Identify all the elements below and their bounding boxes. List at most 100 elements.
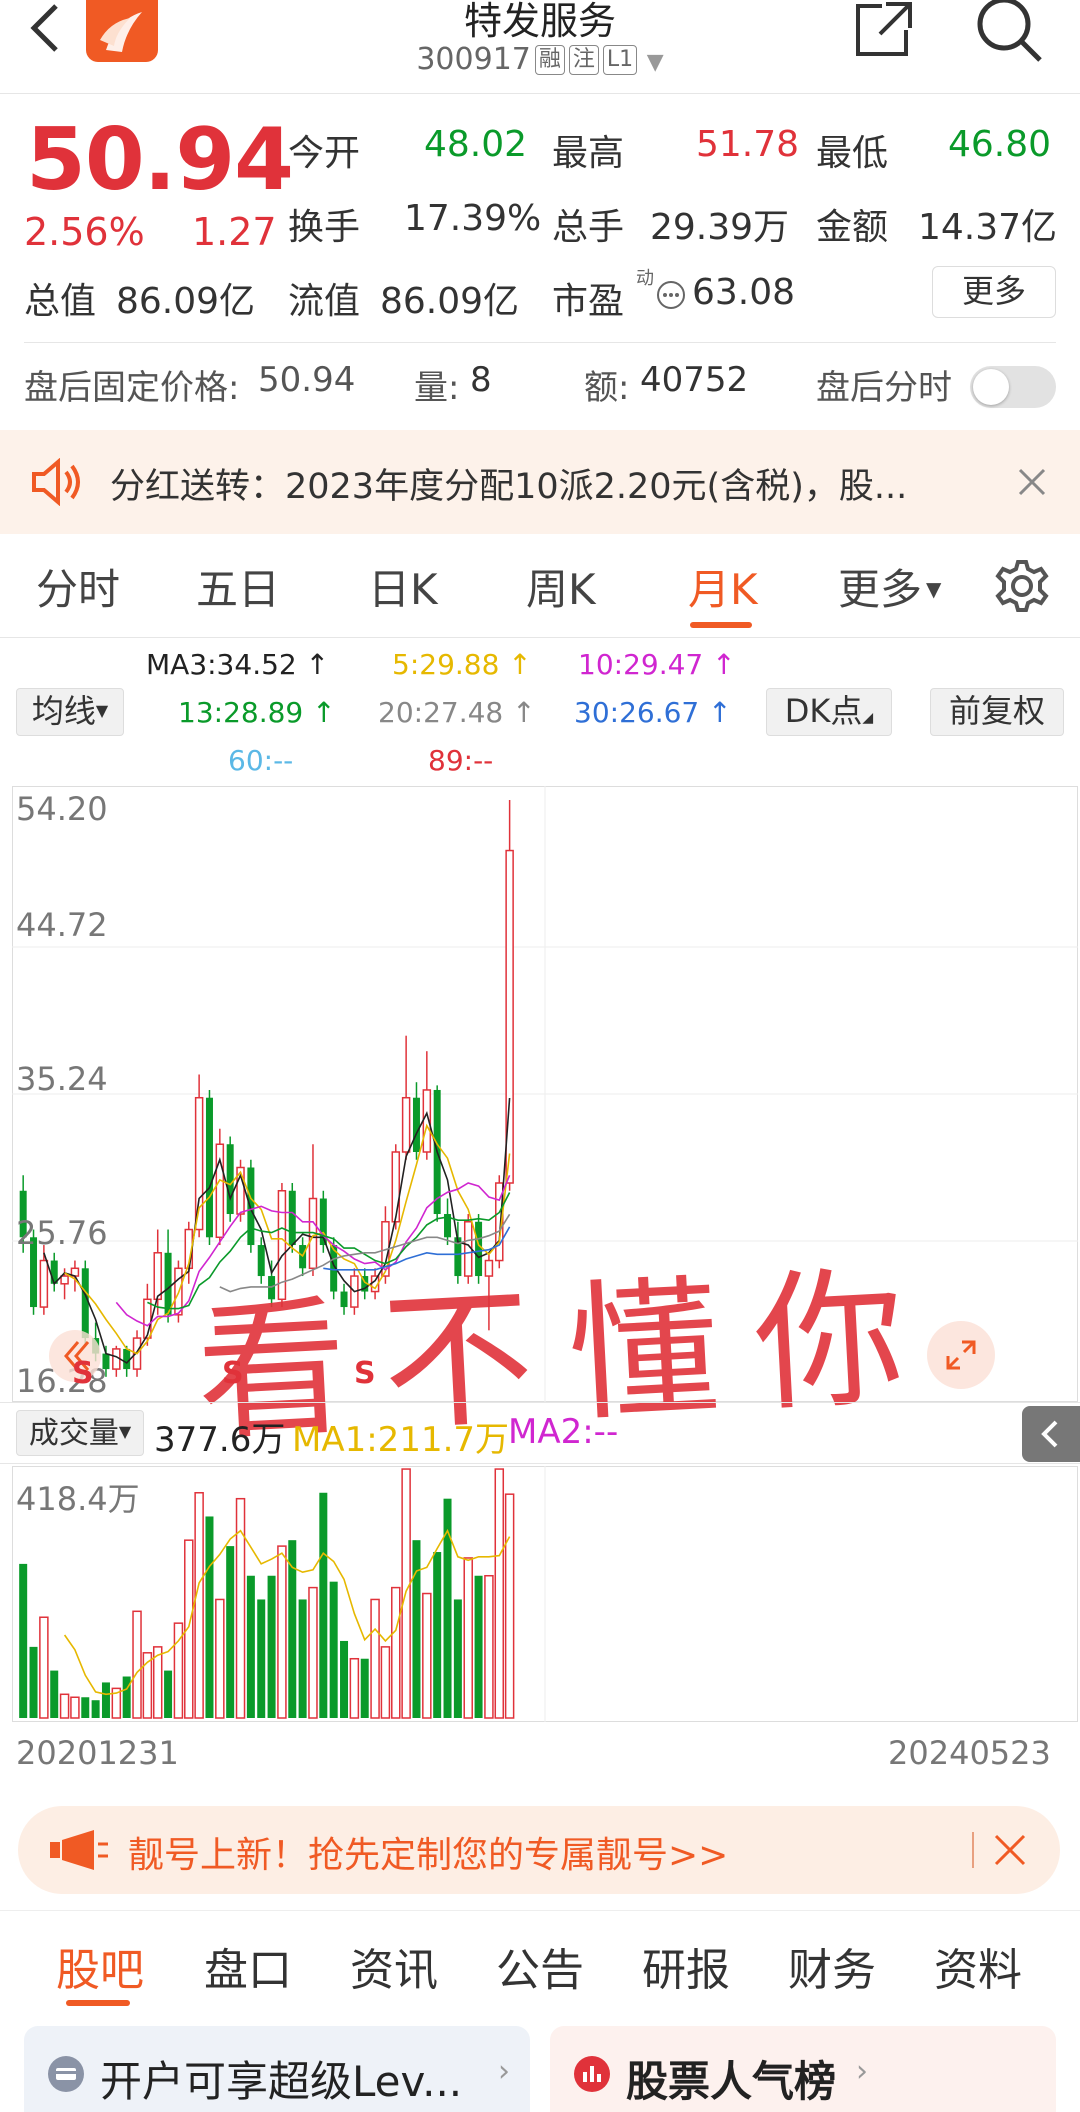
candle-body-down: [412, 1097, 420, 1152]
candle-body-up: [153, 1252, 162, 1301]
tab-daily-k[interactable]: 日K: [368, 556, 438, 617]
megaphone-icon: [50, 1830, 108, 1870]
corner-triangle-icon: ◢: [862, 710, 874, 726]
dk-point-button[interactable]: DK点◢: [766, 688, 892, 736]
after-hours-vol-label: 量:: [414, 368, 460, 408]
ma5-value: 5:29.88: [392, 648, 500, 681]
margin-tag: 融: [534, 45, 565, 75]
candle-body-up: [401, 1096, 411, 1153]
volume-bar-up: [308, 1586, 318, 1719]
after-hours-toggle[interactable]: [970, 366, 1056, 408]
tab-financials[interactable]: 财务: [788, 1934, 876, 1998]
more-dots-icon[interactable]: [656, 280, 686, 310]
pe-value: 63.08: [692, 272, 796, 313]
volume-bar-down: [101, 1682, 110, 1718]
tab-timeshare[interactable]: 分时: [36, 556, 120, 617]
pe-dynamic-mark: 动: [636, 268, 654, 289]
volume-ma1: MA1:211.7万: [292, 1420, 510, 1460]
tab-announcements[interactable]: 公告: [496, 1934, 584, 1998]
adjust-button[interactable]: 前复权: [930, 688, 1064, 736]
after-hours-amt: 40752: [640, 360, 749, 400]
banner-divider: [972, 1832, 974, 1868]
chevron-right-icon: ›: [856, 2054, 868, 2089]
mktcap-value: 86.09亿: [116, 281, 256, 322]
date-end: 20240523: [888, 1734, 1051, 1772]
volume-bar-up: [380, 1646, 391, 1719]
volume-bar-down: [29, 1646, 38, 1718]
period-tabs: 分时 五日 日K 周K 月K 更多 ▼: [0, 534, 1080, 638]
volume-bar-up: [132, 1610, 142, 1719]
after-hours-timeshare-label: 盘后分时: [816, 368, 952, 408]
candle-body-down: [247, 1167, 255, 1246]
after-hours-vol: 8: [470, 360, 492, 400]
search-icon[interactable]: [972, 0, 1052, 64]
share-icon[interactable]: [852, 0, 916, 60]
tab-guba[interactable]: 股吧: [56, 1934, 144, 1998]
dropdown-triangle-icon: ▼: [95, 701, 109, 720]
banner-text: 靓号上新！抢先定制您的专属靓号>>: [128, 1835, 729, 1876]
open-account-card[interactable]: 开户可享超级Lev... ›: [24, 2026, 530, 2112]
volume-selector-label: 成交量: [28, 1416, 119, 1451]
volume-bar-down: [340, 1640, 349, 1718]
account-icon: [48, 2056, 84, 2092]
chevron-right-icon: ›: [498, 2054, 510, 2089]
high-label: 最高: [552, 133, 625, 174]
ma3-legend: MA3:34.52 ↑: [146, 648, 330, 681]
top-bar: 特发服务 300917 融注 L1 ▼: [0, 0, 1080, 94]
popularity-rank-card[interactable]: 股票人气榜 ›: [550, 2026, 1056, 2112]
amount-value: 14.37亿: [918, 207, 1058, 248]
volume-bar-down: [360, 1658, 369, 1718]
dropdown-triangle-icon[interactable]: ▼: [647, 50, 664, 75]
low-label: 最低: [816, 133, 889, 174]
volume-selector[interactable]: 成交量▼: [16, 1410, 144, 1456]
tab-monthly-k[interactable]: 月K: [688, 556, 758, 617]
ma10-legend: 10:29.47 ↑: [578, 648, 736, 681]
volume-chart[interactable]: [12, 1466, 1078, 1722]
volume-bar-up: [422, 1592, 432, 1719]
volume-ma2: MA2:--: [508, 1412, 619, 1452]
volume-bar-up: [194, 1492, 204, 1719]
ma30-value: 30:26.67: [574, 696, 700, 729]
candle-body-up: [60, 1275, 69, 1285]
dividend-notice[interactable]: 分红送转：2023年度分配10派2.20元(含税)，股...: [0, 430, 1080, 534]
tab-profile[interactable]: 资料: [934, 1934, 1022, 1998]
volume-bar-down: [246, 1575, 255, 1718]
active-tab-indicator: [66, 2000, 130, 2006]
candle-body-down: [288, 1190, 296, 1246]
close-icon[interactable]: [1016, 466, 1048, 498]
divider: [0, 1910, 1080, 1911]
tab-more[interactable]: 更多 ▼: [838, 556, 941, 617]
side-panel-toggle[interactable]: [1022, 1406, 1080, 1462]
ma5-legend: 5:29.88 ↑: [392, 648, 532, 681]
tab-pankou[interactable]: 盘口: [204, 1934, 292, 1998]
more-button[interactable]: 更多: [932, 266, 1056, 318]
close-icon[interactable]: [992, 1832, 1028, 1868]
tab-weekly-k[interactable]: 周K: [526, 556, 596, 617]
ma20-value: 20:27.48: [378, 696, 504, 729]
ma20-legend: 20:27.48 ↑: [378, 696, 536, 729]
volume-value: 377.6万: [154, 1420, 286, 1460]
price-tick: 54.20: [16, 790, 108, 828]
volume-bar-up: [504, 1493, 515, 1719]
promo-banner[interactable]: 靓号上新！抢先定制您的专属靓号>>: [18, 1806, 1060, 1894]
tab-five-day[interactable]: 五日: [196, 556, 280, 617]
volume-bar-up: [370, 1598, 380, 1719]
ma-selector[interactable]: 均线▼: [16, 688, 124, 736]
tab-research[interactable]: 研报: [642, 1934, 730, 1998]
turnover-label: 换手: [288, 207, 361, 248]
tab-news[interactable]: 资讯: [350, 1934, 438, 1998]
ma10-value: 10:29.47: [578, 648, 704, 681]
volume-bar-down: [474, 1575, 483, 1718]
level-tag: L1: [602, 45, 638, 75]
volume-label: 总手: [552, 207, 625, 248]
volume-bar-down: [50, 1670, 59, 1718]
settings-gear-icon[interactable]: [994, 558, 1050, 614]
volume-bar-up: [484, 1574, 494, 1719]
candle-body-down: [205, 1097, 213, 1238]
ma3-value: MA3:34.52: [146, 648, 297, 681]
volume-bar-up: [215, 1598, 225, 1719]
volume-bar-down: [298, 1599, 307, 1718]
volume-bar-up: [184, 1539, 194, 1719]
float-value: 86.09亿: [380, 281, 520, 322]
volume-bar-down: [226, 1546, 235, 1718]
